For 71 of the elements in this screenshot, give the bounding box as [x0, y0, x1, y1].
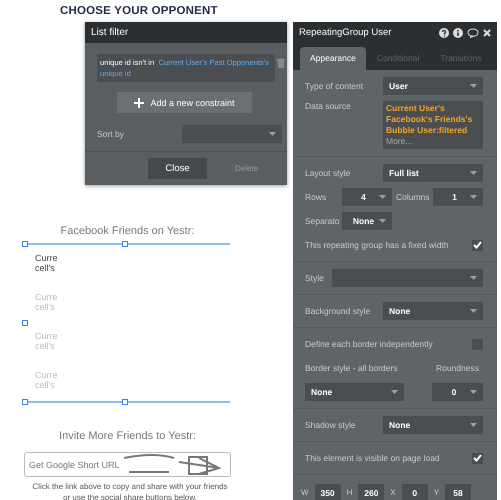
comment-icon[interactable] [467, 28, 479, 38]
checkbox[interactable] [472, 240, 483, 250]
field-label: Rows [305, 192, 328, 202]
field-label: Columns [396, 192, 431, 202]
resize-handle[interactable] [22, 320, 28, 326]
caret-icon [470, 309, 477, 313]
caret-icon [379, 195, 386, 199]
field-label: Background style [305, 306, 372, 316]
section-title: Facebook Friends on Yestr: [60, 225, 196, 237]
resize-handle[interactable] [22, 241, 28, 247]
field-label: Sort by [97, 129, 124, 139]
help-icon[interactable] [439, 28, 449, 38]
field-label: Type of content [305, 81, 364, 91]
page-heading: CHOOSE YOUR OPPONENT [59, 4, 219, 17]
roundness-dropdown[interactable]: 0 [432, 383, 483, 401]
share-hint: Click the link above to copy and share with your friends or use the social share buttons below. [31, 481, 229, 500]
field-label: This repeating group has a fixed width [305, 240, 450, 250]
caret-icon [470, 276, 477, 280]
field-label: This element is visible on page load [305, 453, 441, 463]
cell-text: Curre cell's [35, 331, 59, 351]
layout-dropdown[interactable]: Full list [383, 164, 483, 182]
field-label: Shadow style [305, 420, 357, 430]
add-constraint-button[interactable]: Add a new constraint [117, 92, 252, 113]
field-label: Layout style [305, 168, 352, 178]
resize-handle[interactable] [122, 399, 128, 405]
field-label: Y [434, 488, 440, 497]
number-field[interactable]: 58 [445, 484, 472, 500]
close-button[interactable]: Close [148, 158, 207, 179]
caret-icon [391, 390, 398, 394]
trash-icon[interactable] [277, 58, 285, 68]
caret-icon [470, 390, 477, 394]
checkbox[interactable] [472, 452, 483, 464]
rows-dropdown[interactable]: 4 [342, 188, 392, 206]
data-source-field[interactable]: Current User's Facebook's Friends's Bubble User:filtered More... [383, 101, 483, 149]
section-title: Invite More Friends to Yestr: [58, 430, 197, 442]
caret-icon [470, 423, 477, 427]
shadow-dropdown[interactable]: None [383, 416, 483, 434]
field-label: Separato [305, 216, 340, 226]
field-label: Define each border independently [305, 339, 434, 349]
columns-dropdown[interactable]: 1 [433, 188, 483, 206]
field-label: X [390, 488, 396, 497]
number-field[interactable]: 0 [402, 484, 428, 500]
url-field[interactable]: Get Google Short URL [24, 452, 231, 477]
panel-title: RepeatingGroup User [299, 27, 392, 38]
resize-handle[interactable] [22, 399, 28, 405]
plus-icon [134, 98, 144, 108]
popup-title: List filter [85, 22, 287, 43]
border-style-dropdown[interactable]: None [305, 383, 404, 401]
cell-text: Curre cell's [35, 292, 59, 312]
field-label: Style [305, 273, 325, 283]
close-icon[interactable] [483, 28, 491, 36]
info-icon[interactable] [453, 28, 463, 38]
cell-text: Curre cell's [35, 253, 59, 273]
background-dropdown[interactable]: None [383, 302, 483, 320]
field-label: H [346, 488, 352, 497]
field-label: Border style - all borders [305, 363, 399, 373]
content-type-dropdown[interactable]: User [383, 77, 483, 95]
tab[interactable]: Appearance [300, 47, 366, 70]
field-label: Roundness [436, 363, 479, 373]
number-field[interactable]: 350 [314, 484, 341, 500]
resize-handle[interactable] [122, 241, 128, 247]
number-field[interactable]: 260 [358, 484, 384, 500]
caret-icon [470, 171, 477, 175]
separator-dropdown[interactable]: None [342, 212, 392, 230]
caret-icon [269, 132, 276, 136]
caret-icon [470, 195, 477, 199]
caret-icon [379, 219, 386, 223]
field-label: W [301, 488, 309, 497]
caret-icon [470, 84, 477, 88]
field-label: Data source [305, 101, 352, 111]
cell-text: Curre cell's [35, 370, 59, 390]
